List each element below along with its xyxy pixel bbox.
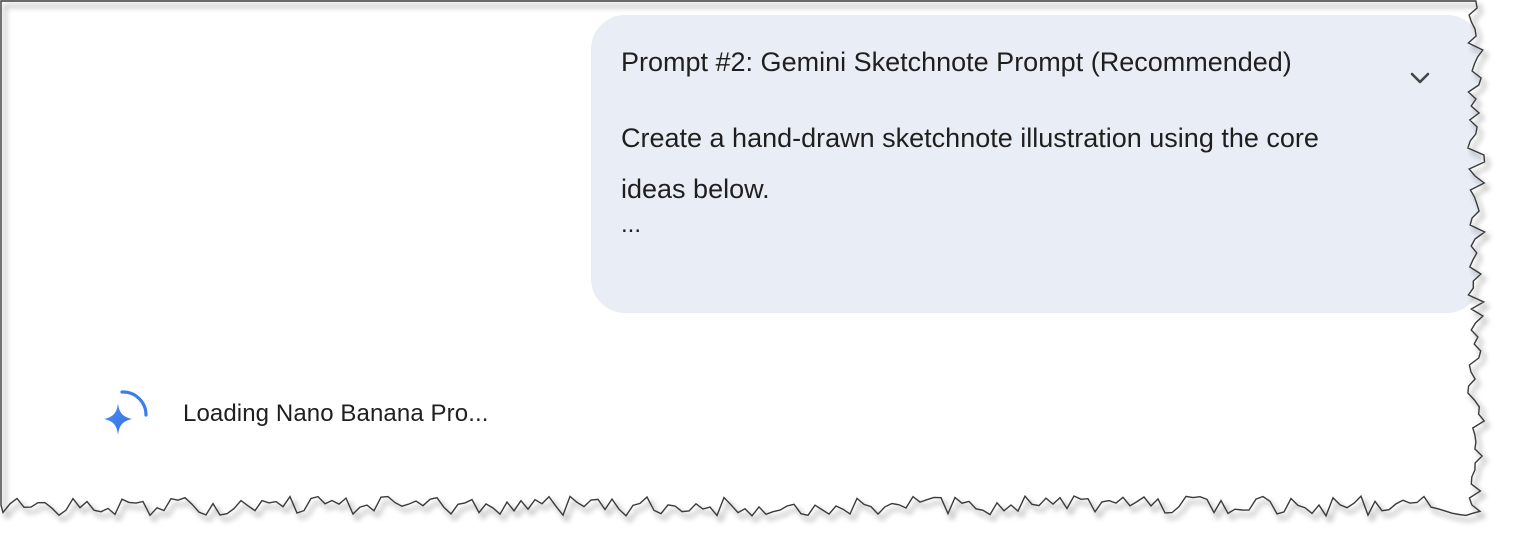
loading-status: Loading Nano Banana Pro... bbox=[100, 386, 489, 442]
loading-text: Loading Nano Banana Pro... bbox=[183, 400, 489, 427]
chat-area: Prompt #2: Gemini Sketchnote Prompt (Rec… bbox=[2, 2, 1482, 512]
expand-prompt-button[interactable] bbox=[1403, 61, 1437, 95]
prompt-title: Prompt #2: Gemini Sketchnote Prompt (Rec… bbox=[621, 47, 1292, 77]
gemini-spark-icon bbox=[100, 389, 150, 439]
prompt-body: Create a hand-drawn sketchnote illustrat… bbox=[621, 123, 1319, 204]
user-prompt-bubble: Prompt #2: Gemini Sketchnote Prompt (Rec… bbox=[591, 15, 1481, 313]
chevron-down-icon bbox=[1410, 72, 1430, 84]
